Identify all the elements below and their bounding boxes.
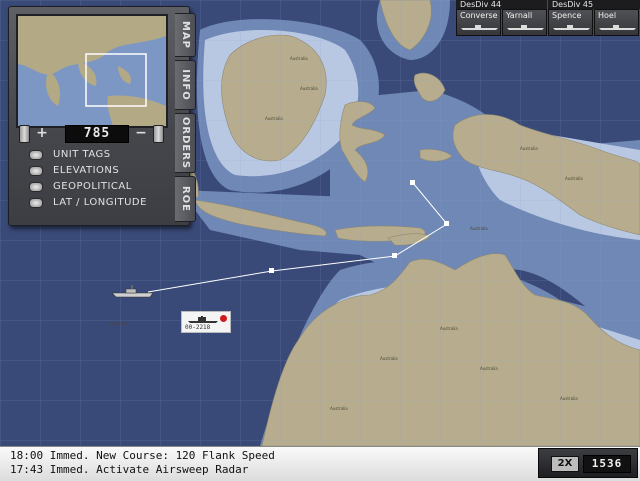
waypoint-marker[interactable] xyxy=(269,268,274,273)
destroyer-silhouette-icon xyxy=(599,25,636,30)
layer-toggle-unit-tags[interactable]: UNIT TAGS xyxy=(29,147,147,163)
svg-text:Australia: Australia xyxy=(470,226,488,231)
ship-card-hoel[interactable]: Hoel xyxy=(594,9,639,36)
panel-tabs: MAP INFO ORDERS ROE xyxy=(175,13,197,225)
svg-text:Australia: Australia xyxy=(480,366,498,371)
svg-text:Australia: Australia xyxy=(380,356,398,361)
svg-text:Australia: Australia xyxy=(290,56,308,61)
led-indicator-icon xyxy=(29,166,43,176)
waypoint-marker[interactable] xyxy=(444,221,449,226)
message-line: 18:00 Immed. New Course: 120 Flank Speed xyxy=(10,449,275,462)
zoom-control: + 785 − xyxy=(17,123,165,145)
message-line: 17:43 Immed. Activate Airsweep Radar xyxy=(10,463,249,476)
tab-map[interactable]: MAP xyxy=(175,13,196,57)
ship-card-yarnall[interactable]: Yarnall xyxy=(502,9,547,36)
layer-toggle-elevations[interactable]: ELEVATIONS xyxy=(29,163,147,179)
svg-text:Australia: Australia xyxy=(565,176,583,181)
destroyer-silhouette-icon xyxy=(461,25,498,30)
control-panel: + 785 − UNIT TAGS ELEVATIONS GEOPOLITICA… xyxy=(8,6,196,226)
tab-orders[interactable]: ORDERS xyxy=(175,113,196,173)
division-header: DesDiv 44 xyxy=(456,0,547,9)
division-header: DesDiv 45 xyxy=(548,0,640,9)
svg-text:Australia: Australia xyxy=(560,396,578,401)
overview-minimap[interactable] xyxy=(16,14,168,128)
red-circle-icon xyxy=(220,315,227,322)
svg-text:Australia: Australia xyxy=(330,406,348,411)
contact-id: 00-2218 xyxy=(185,324,211,331)
led-indicator-icon xyxy=(29,198,43,208)
zoom-in-button[interactable]: + xyxy=(35,126,49,140)
time-compression-button[interactable]: 2X xyxy=(551,456,579,472)
destroyer-silhouette-icon xyxy=(507,25,544,30)
map-layer-toggles: UNIT TAGS ELEVATIONS GEOPOLITICAL LAT / … xyxy=(29,147,147,211)
contact-tag[interactable]: 00-2218 xyxy=(181,311,231,333)
waypoint-marker[interactable] xyxy=(410,180,415,185)
led-indicator-icon xyxy=(29,150,43,160)
layer-toggle-lat-longitude[interactable]: LAT / LONGITUDE xyxy=(29,195,147,211)
zoom-slider-right-handle[interactable] xyxy=(153,125,164,143)
ship-name: Hoel xyxy=(598,11,617,20)
ship-name: Spence xyxy=(552,11,582,20)
game-clock: 1536 xyxy=(583,455,631,473)
svg-text:Australia: Australia xyxy=(300,86,318,91)
ship-silhouette-icon xyxy=(188,316,218,323)
ship-name: Converse xyxy=(460,11,498,20)
tab-roe[interactable]: ROE xyxy=(175,176,196,222)
layer-label: UNIT TAGS xyxy=(53,149,111,160)
time-control: 2X 1536 xyxy=(538,448,638,478)
ship-card-spence[interactable]: Spence xyxy=(548,9,593,36)
svg-text:Australia: Australia xyxy=(265,116,283,121)
tab-info[interactable]: INFO xyxy=(175,60,196,110)
layer-label: ELEVATIONS xyxy=(53,165,120,176)
ship-card-converse[interactable]: Converse xyxy=(456,9,501,36)
svg-text:Australia: Australia xyxy=(110,321,128,326)
zoom-out-button[interactable]: − xyxy=(134,126,148,140)
led-indicator-icon xyxy=(29,182,43,192)
layer-toggle-geopolitical[interactable]: GEOPOLITICAL xyxy=(29,179,147,195)
ship-name: Yarnall xyxy=(506,11,533,20)
layer-label: LAT / LONGITUDE xyxy=(53,197,147,208)
layer-label: GEOPOLITICAL xyxy=(53,181,132,192)
svg-text:Australia: Australia xyxy=(520,146,538,151)
waypoint-marker[interactable] xyxy=(392,253,397,258)
destroyer-silhouette-icon xyxy=(553,25,590,30)
zoom-slider-left-handle[interactable] xyxy=(19,125,30,143)
svg-text:Australia: Australia xyxy=(440,326,458,331)
fleet-roster: DesDiv 44 DesDiv 45 Converse Yarnall Spe… xyxy=(456,0,640,37)
zoom-level-readout: 785 xyxy=(65,125,129,143)
